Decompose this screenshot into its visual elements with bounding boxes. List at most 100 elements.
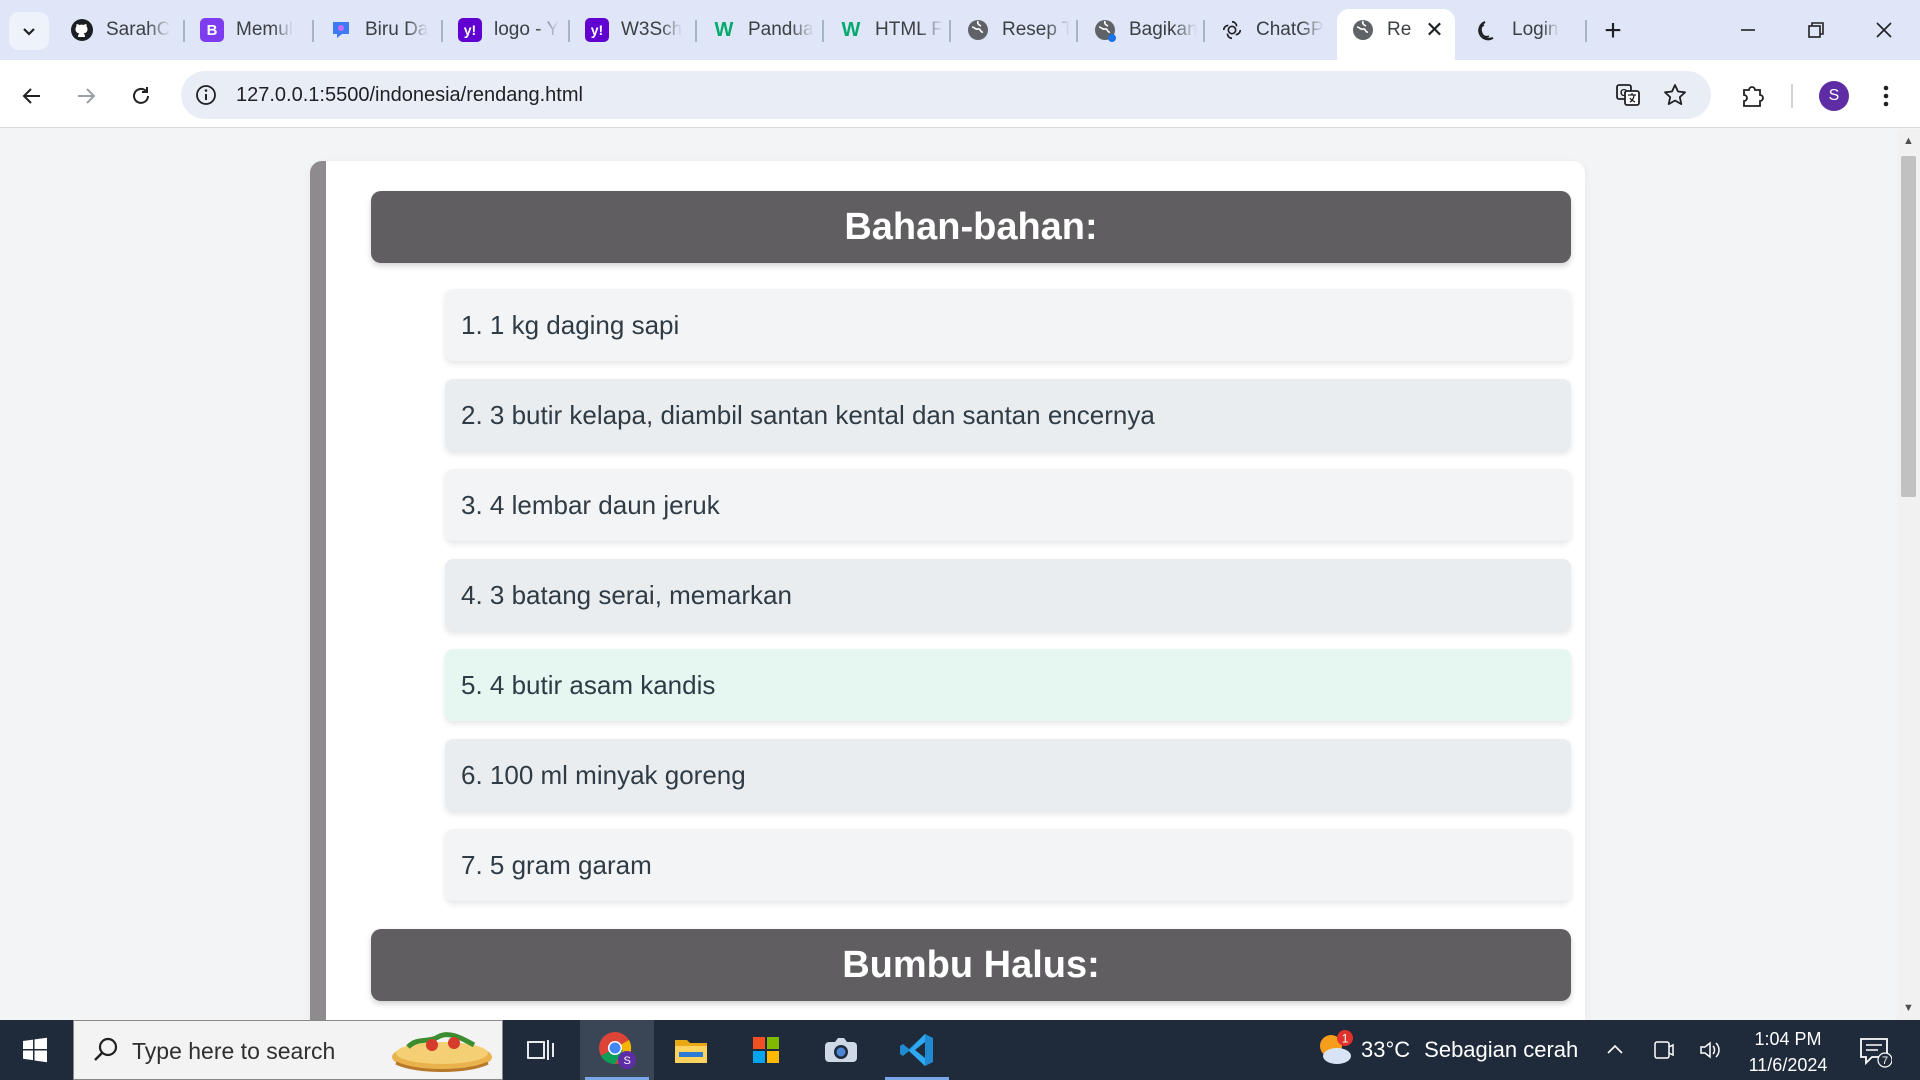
scroll-up-arrow-icon[interactable]: ▲ [1897, 131, 1920, 151]
tab-w3-html[interactable]: W HTML F [825, 9, 943, 51]
tab-w3-panduan[interactable]: W Pandua [698, 9, 816, 51]
taskbar-file-explorer[interactable] [654, 1020, 728, 1080]
ingredient-item: 1. 1 kg daging sapi [445, 289, 1571, 361]
system-clock[interactable]: 1:04 PM 11/6/2024 [1735, 1026, 1841, 1078]
notification-count: 7 [1882, 1055, 1888, 1067]
spices-heading: Bumbu Halus: [371, 929, 1571, 1001]
volume-icon[interactable] [1696, 1036, 1724, 1064]
tab-title: Pandua [748, 19, 814, 40]
meet-now-icon[interactable] [1649, 1036, 1677, 1064]
task-view-icon [527, 1040, 554, 1060]
tab-separator [441, 20, 443, 42]
tab-separator [1203, 20, 1205, 42]
tab-separator [312, 20, 314, 42]
camera-icon [825, 1038, 857, 1062]
tab-yahoo-w3schools[interactable]: y! W3Sch [571, 9, 689, 51]
tab-rendang-active[interactable]: Re ✕ [1337, 9, 1455, 60]
weather-condition: Sebagian cerah [1424, 1037, 1579, 1062]
tab-canva[interactable]: Biru Da [315, 9, 433, 51]
extensions-button[interactable] [1734, 78, 1770, 114]
reload-icon [133, 87, 149, 104]
task-view-button[interactable] [504, 1020, 578, 1080]
back-button[interactable] [12, 76, 52, 116]
taskbar-microsoft-store[interactable] [729, 1020, 803, 1080]
forward-button[interactable] [66, 76, 106, 116]
browser-toolbar: 127.0.0.1:5500/indonesia/rendang.html G … [0, 60, 1920, 128]
start-button[interactable] [0, 1020, 70, 1080]
more-vertical-icon [1883, 85, 1889, 107]
close-icon [1876, 22, 1892, 38]
arrow-left-icon [22, 88, 40, 104]
scroll-thumb[interactable] [1901, 156, 1916, 497]
page-viewport: Bahan-bahan: 1. 1 kg daging sapi 2. 3 bu… [0, 129, 1897, 1020]
search-icon [94, 1037, 118, 1061]
ingredient-item: 3. 4 lembar daun jeruk [445, 469, 1571, 541]
windows-logo-icon [23, 1037, 47, 1063]
arrow-right-icon [78, 88, 96, 104]
tab-strip: SarahC B Memul Biru Da y! logo - Y y! W3… [0, 0, 1920, 60]
globe-icon [1351, 18, 1375, 42]
tab-title: Biru Da [365, 19, 429, 40]
yahoo-icon: y! [585, 18, 609, 42]
taskbar-vscode[interactable] [880, 1020, 954, 1080]
tab-login[interactable]: Login [1462, 9, 1580, 51]
tab-title: Bagikan [1129, 19, 1197, 40]
ingredients-heading: Bahan-bahan: [371, 191, 1571, 263]
svg-text:S: S [624, 1055, 631, 1067]
tab-bootstrap[interactable]: B Memul [186, 9, 304, 51]
tab-title: Memul [236, 19, 294, 40]
translate-icon[interactable]: G [1614, 81, 1642, 109]
tab-yahoo-logo[interactable]: y! logo - Y [444, 9, 562, 51]
chevron-up-icon [1607, 1044, 1623, 1054]
vscode-icon [900, 1034, 933, 1066]
tab-separator [695, 20, 697, 42]
tab-separator [949, 20, 951, 42]
address-bar[interactable]: 127.0.0.1:5500/indonesia/rendang.html G [181, 71, 1711, 119]
tab-title: Re [1387, 19, 1412, 40]
folder-icon [675, 1040, 707, 1063]
notification-center-button[interactable]: 7 [1858, 1034, 1893, 1068]
search-highlight-food-icon [392, 1032, 492, 1072]
taskbar-camera[interactable] [804, 1020, 878, 1080]
yahoo-icon: y! [458, 18, 482, 42]
globe-icon [966, 18, 990, 42]
windows-taskbar: Type here to search S 1 33°C Sebagian ce… [0, 1020, 1920, 1080]
weather-widget[interactable]: 1 33°C Sebagian cerah [1315, 1020, 1578, 1080]
clock-time: 1:04 PM [1754, 1029, 1822, 1049]
weather-badge: 1 [1342, 1032, 1349, 1046]
ingredient-item: 2. 3 butir kelapa, diambil santan kental… [445, 379, 1571, 451]
tab-search-button[interactable] [9, 12, 49, 50]
tab-bagikan[interactable]: Bagikan [1079, 9, 1197, 51]
show-hidden-icons-button[interactable] [1601, 1036, 1629, 1064]
globe-icon [1093, 18, 1117, 42]
github-icon [70, 18, 94, 42]
tab-github[interactable]: SarahC [56, 9, 174, 51]
url-text[interactable]: 127.0.0.1:5500/indonesia/rendang.html [236, 84, 583, 107]
profile-avatar[interactable]: S [1819, 81, 1849, 111]
site-info-icon[interactable] [193, 82, 219, 108]
recipe-card: Bahan-bahan: 1. 1 kg daging sapi 2. 3 bu… [310, 161, 1585, 1020]
close-tab-icon[interactable]: ✕ [1425, 17, 1443, 43]
close-window-button[interactable] [1854, 10, 1914, 50]
w3-icon: W [714, 18, 734, 41]
taskbar-search-box[interactable]: Type here to search [73, 1020, 503, 1080]
bookmark-star-icon[interactable] [1661, 81, 1689, 109]
tab-title: W3Sch [621, 19, 683, 40]
ingredient-item: 7. 5 gram garam [445, 829, 1571, 901]
weather-sun-cloud-icon: 1 [1320, 1030, 1353, 1064]
tab-chatgpt[interactable]: ChatGP [1206, 9, 1324, 51]
canva-icon [329, 18, 353, 42]
ingredient-item: 4. 3 batang serai, memarkan [445, 559, 1571, 631]
scroll-down-arrow-icon[interactable]: ▼ [1897, 998, 1920, 1018]
tab-resep[interactable]: Resep T [952, 9, 1070, 51]
ingredient-item-hovered: 5. 4 butir asam kandis [445, 649, 1571, 721]
restore-button[interactable] [1786, 10, 1846, 50]
page-scrollbar[interactable]: ▲ ▼ [1897, 129, 1920, 1020]
tab-title: HTML F [875, 19, 943, 40]
new-tab-button[interactable]: + [1596, 14, 1630, 48]
minimize-button[interactable] [1718, 10, 1778, 50]
browser-menu-button[interactable] [1868, 78, 1904, 114]
reload-button[interactable] [121, 76, 161, 116]
search-placeholder: Type here to search [132, 1038, 336, 1064]
taskbar-chrome[interactable]: S [580, 1020, 654, 1080]
